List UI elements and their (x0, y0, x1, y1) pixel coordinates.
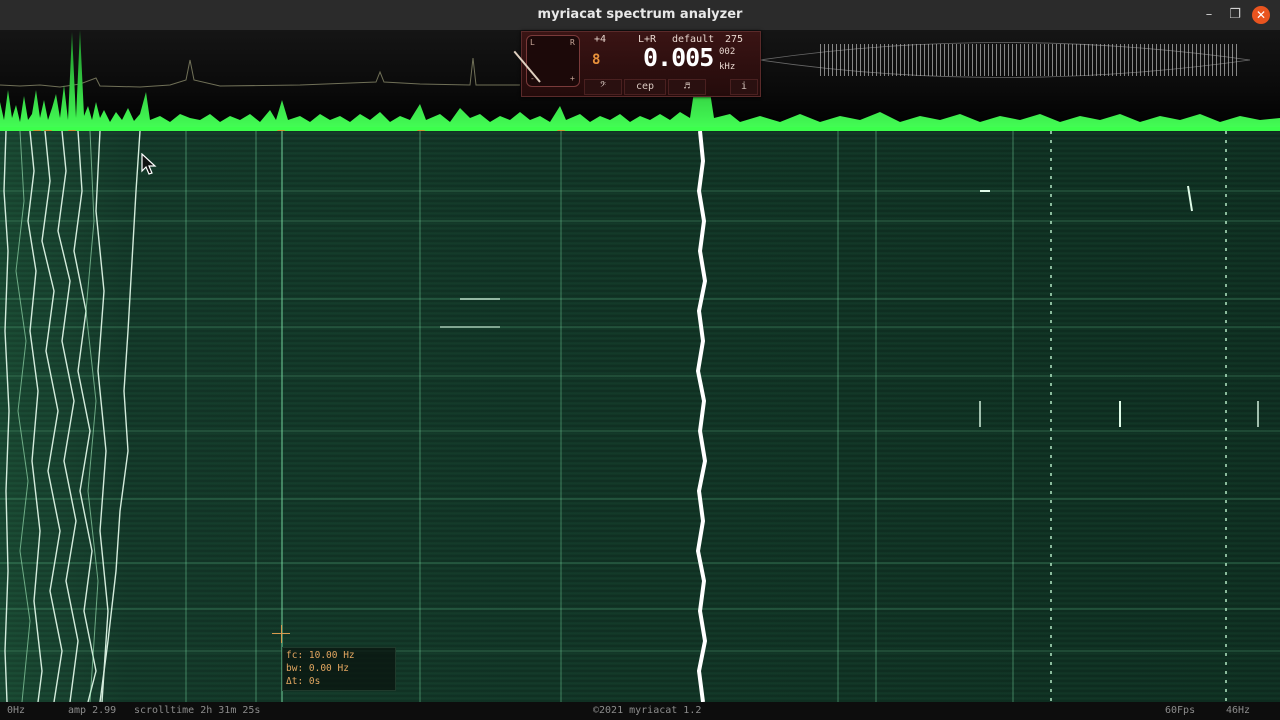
panel-tabs: 𝄢 cep ♬ i (584, 79, 759, 95)
status-right-frequency: 46Hz (1226, 705, 1251, 716)
control-panel[interactable]: L R - + +4 L+R default 275 8 0.005 002 k… (513, 31, 761, 97)
mouse-cursor-icon (141, 153, 157, 175)
frequency-unit: kHz (719, 62, 736, 72)
delta-time: Δt: 0s (286, 676, 321, 687)
waterfall-graph (0, 131, 1280, 702)
status-amp: amp 2.99 (68, 705, 117, 716)
status-copyright: ©2021 myriacat 1.2 (593, 705, 702, 716)
frequency-sub: 002 (719, 47, 736, 57)
channel-offset: +4 (594, 34, 607, 45)
waterfall-traces-left (3, 131, 141, 702)
title-bar: myriacat spectrum analyzer – ❐ ✕ (0, 0, 1280, 31)
crosshair-vertical (281, 625, 282, 643)
cursor-info-box: fc: 10.00 Hz bw: 0.00 Hz Δt: 0s (282, 647, 396, 691)
frequency-readout: 0.005 (643, 43, 714, 72)
dial-plus-label: + (570, 74, 575, 83)
status-fps: 60Fps (1165, 705, 1196, 716)
tab-bass-clef[interactable]: 𝄢 (584, 79, 622, 95)
preset-value: 275 (725, 34, 744, 45)
waterfall-display[interactable] (0, 131, 1280, 702)
status-left-frequency: 0Hz (7, 705, 26, 716)
tab-music-note[interactable]: ♬ (668, 79, 706, 95)
tab-cep[interactable]: cep (624, 79, 666, 95)
dial-left-label: L (530, 38, 535, 47)
tab-info[interactable]: i (730, 79, 758, 95)
maximize-button[interactable]: ❐ (1226, 6, 1244, 24)
status-scrolltime: scrolltime 2h 31m 25s (134, 705, 261, 716)
bandwidth: bw: 0.00 Hz (286, 663, 349, 674)
dominant-frequency-trace (695, 131, 708, 702)
window-title: myriacat spectrum analyzer (537, 7, 743, 22)
minimize-button[interactable]: – (1200, 6, 1218, 24)
status-bar: 0Hz amp 2.99 scrolltime 2h 31m 25s ©2021… (0, 702, 1280, 720)
dial-right-label: R (570, 38, 575, 47)
close-button[interactable]: ✕ (1252, 6, 1270, 24)
segment-display: 8 (592, 52, 601, 68)
waveform-preview (759, 42, 1251, 78)
center-frequency: fc: 10.00 Hz (286, 650, 355, 661)
level-dial[interactable]: L R - + (513, 35, 580, 87)
